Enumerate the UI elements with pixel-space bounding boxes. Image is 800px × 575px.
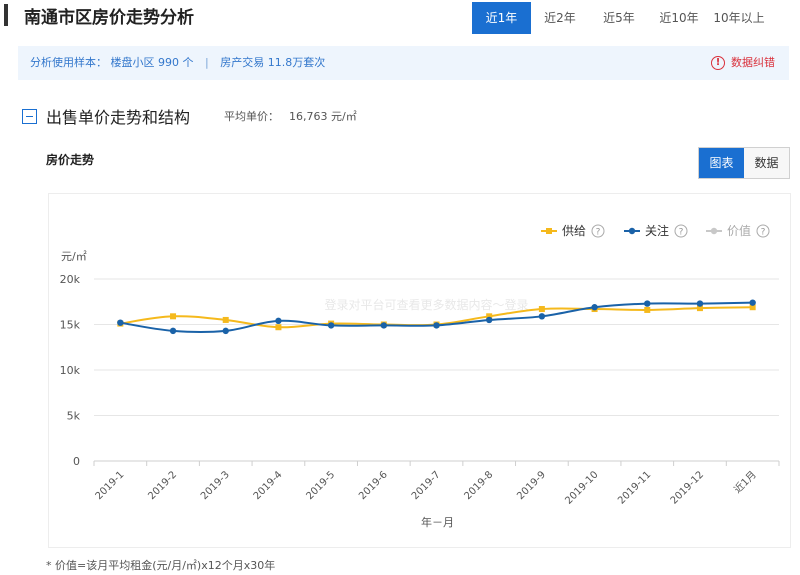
x-tick-label: 近1月 [731,468,759,496]
supply-point [222,316,229,323]
chart-panel-title: 房价走势 [46,153,95,167]
y-tick-label: 5k [67,410,81,423]
tab-2-years[interactable]: 近2年 [531,2,589,34]
x-tick-label: 2019-4 [252,469,285,502]
time-range-tabs: 近1年 近2年 近5年 近10年 10年以上 [472,2,769,34]
x-tick-label: 2019-8 [462,469,495,502]
attention-point [749,299,756,306]
alert-circle-icon: ! [711,56,725,70]
section-title: 出售单价走势和结构 [46,108,191,127]
y-tick-label: 10k [60,364,81,377]
minus-square-icon[interactable] [22,108,37,124]
x-tick-label: 2019-5 [304,469,337,502]
legend-marker [546,228,552,234]
y-tick-label: 15k [60,319,81,332]
attention-point [169,327,177,335]
x-axis-label: 年－月 [421,515,454,529]
tab-1-year[interactable]: 近1年 [472,2,531,34]
attention-point [485,316,493,324]
chart-container: 0 5k 10k 15k 20k 元/㎡ 2019-1 2019-2 2019-3 2019-4 2… [48,193,791,548]
community-count: 楼盘小区 990 个 [110,56,194,69]
average-price-label: 平均单价： [224,110,280,123]
legend-label: 关注 [645,223,669,238]
legend-marker [628,227,636,235]
x-tick-label: 2019-9 [515,469,548,502]
tab-10-years[interactable]: 近10年 [649,2,709,34]
supply-point [538,306,545,313]
x-tick-label: 2019-12 [669,469,706,506]
attention-point [644,300,651,307]
attention-point [591,304,598,311]
data-correction-label: 数据纠错 [731,56,775,69]
x-tick-label: 2019-3 [199,469,232,502]
section-header: 出售单价走势和结构 平均单价： 16,763 元/㎡ [22,104,357,128]
attention-point [222,327,229,335]
supply-point [170,313,177,320]
chart-view-button[interactable]: 图表 [699,148,744,178]
x-tick-label: 2019-6 [357,469,390,502]
supply-point [644,306,651,313]
attention-point [117,319,124,326]
x-tick-label: 2019-10 [563,469,600,506]
legend-label: 价值 [727,223,751,238]
x-tick-label: 2019-2 [146,469,179,502]
tab-5-years[interactable]: 近5年 [589,2,649,34]
page-title: 南通市区房价走势分析 [24,8,194,28]
question-mark-glyph: ? [761,228,766,238]
chart-watermark: 登录对平台可查看更多数据内容～登录 [324,297,528,312]
x-tick-label: 2019-7 [410,469,443,502]
title-accent-bar [4,4,8,26]
supply-point [275,324,282,331]
attention-point [275,317,282,325]
legend-marker [710,227,718,235]
x-tick-label: 2019-1 [94,469,127,502]
attention-point [696,300,704,307]
attention-point [327,322,335,329]
tab-10-plus-years[interactable]: 10年以上 [709,2,769,34]
question-mark-glyph: ? [679,228,684,238]
sample-label: 分析使用样本： [30,56,107,69]
sample-info-bar: 分析使用样本： 楼盘小区 990 个 | 房产交易 11.8万套次 ! 数据纠错 [18,46,789,80]
question-mark-glyph: ? [596,228,601,238]
data-correction-link[interactable]: ! 数据纠错 [711,46,775,80]
attention-point [380,322,388,329]
price-trend-chart: 0 5k 10k 15k 20k 元/㎡ 2019-1 2019-2 2019-3 2019-4 2… [60,223,780,529]
y-axis-label: 元/㎡ [61,250,87,263]
transaction-count: 房产交易 11.8万套次 [220,56,326,69]
legend-label: 供给 [562,224,586,238]
attention-point [433,322,440,329]
data-view-button[interactable]: 数据 [744,148,789,178]
view-toggle: 图表 数据 [698,147,790,179]
average-price-value: 16,763 元/㎡ [289,110,357,123]
info-separator: | [205,56,209,69]
y-tick-label: 0 [73,455,80,468]
attention-point [538,313,546,320]
x-tick-label: 2019-11 [616,469,653,506]
y-tick-label: 20k [60,273,81,286]
footnote: * 价值=该月平均租金(元/月/㎡)x12个月x30年 [46,559,276,572]
